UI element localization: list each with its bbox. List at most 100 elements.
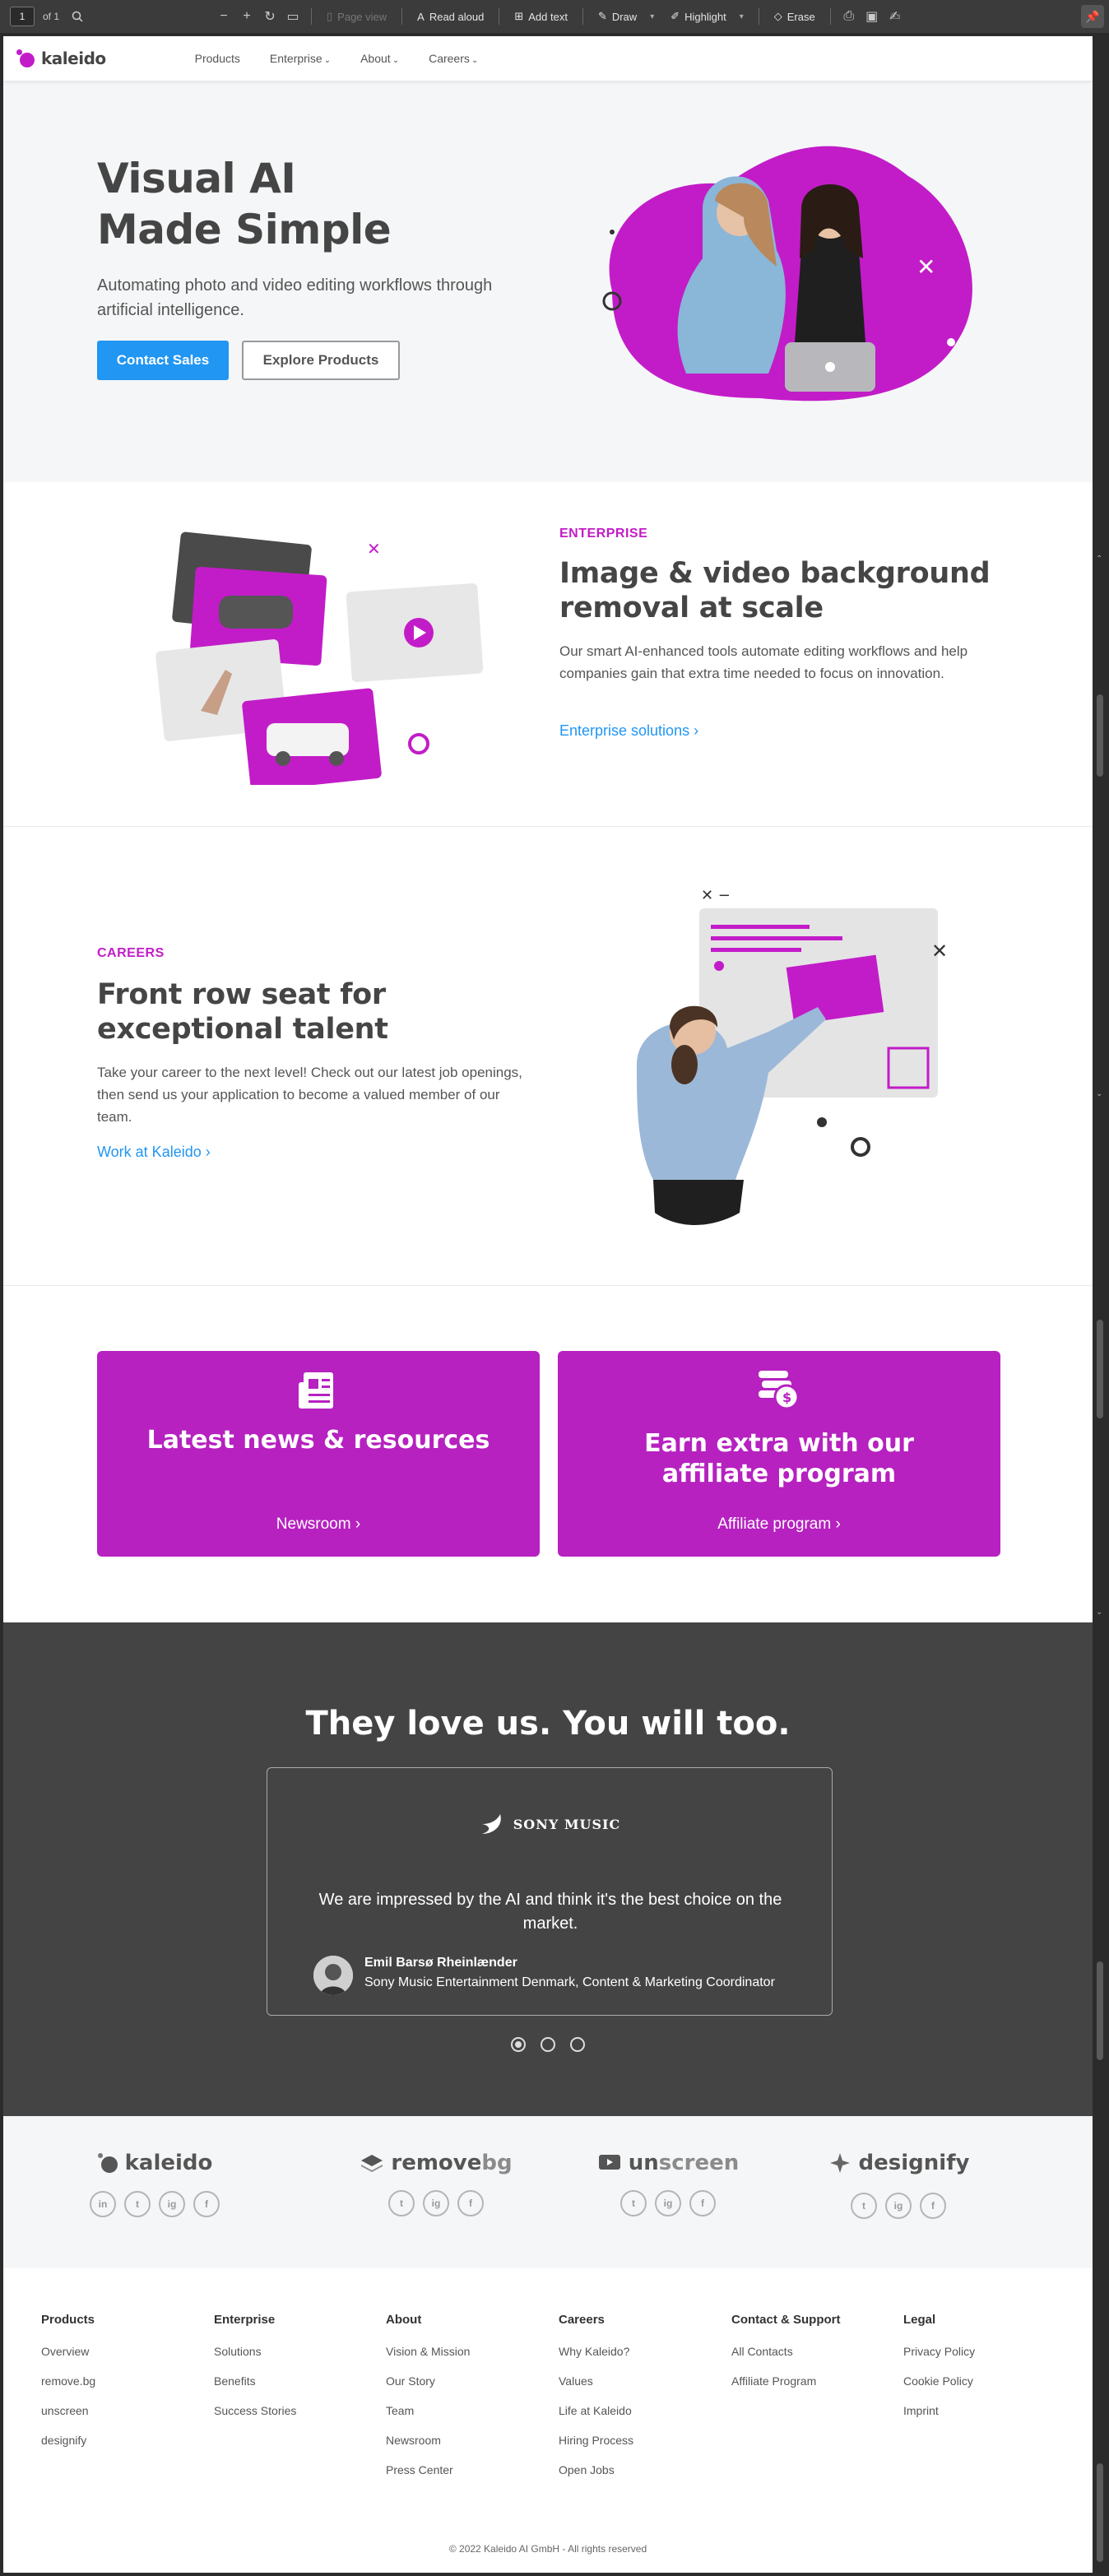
scrollbar-thumb[interactable] — [1097, 1320, 1103, 1418]
footer-link[interactable]: Our Story — [386, 2374, 550, 2388]
unscreen-brand-logo[interactable]: unscreen — [597, 2151, 739, 2175]
page-number-input[interactable]: 1 — [10, 7, 35, 26]
footer-col-careers: Careers Why Kaleido? Values Life at Kale… — [559, 2313, 723, 2493]
copyright: © 2022 Kaleido AI GmbH - All rights rese… — [448, 2543, 647, 2555]
footer-link[interactable]: Why Kaleido? — [559, 2345, 723, 2358]
work-at-kaleido-link[interactable]: Work at Kaleido › — [97, 1144, 211, 1161]
facebook-icon[interactable]: f — [689, 2190, 716, 2216]
draw-icon: ✎ — [597, 10, 607, 22]
footer-link[interactable]: Imprint — [903, 2404, 1068, 2417]
fit-page-icon[interactable]: ▭ — [281, 5, 304, 28]
testimonial-card: SONY MUSIC We are impressed by the AI an… — [267, 1767, 833, 2016]
affiliate-card[interactable]: $ Earn extra with our affiliate program … — [558, 1351, 1000, 1557]
screen-play-icon — [598, 2155, 620, 2170]
add-text-button[interactable]: ⊞ Add text — [506, 5, 576, 28]
footer-link[interactable]: designify — [41, 2434, 206, 2447]
nav-link-enterprise[interactable]: Enterprise ⌄ — [270, 52, 331, 65]
search-icon[interactable] — [66, 5, 89, 28]
kaleido-logo[interactable]: kaleido — [15, 48, 106, 69]
scrollbar-thumb[interactable] — [1097, 1961, 1103, 2060]
save-icon[interactable]: ▣ — [861, 5, 884, 28]
footer-link[interactable]: Overview — [41, 2345, 206, 2358]
nav-link-products[interactable]: Products — [195, 52, 240, 65]
explore-products-button[interactable]: Explore Products — [242, 341, 400, 380]
affiliate-program-link[interactable]: Affiliate program › — [558, 1515, 1000, 1534]
footer-link[interactable]: Benefits — [214, 2374, 378, 2388]
footer-link[interactable]: Newsroom — [386, 2434, 550, 2447]
footer-link[interactable]: Values — [559, 2374, 723, 2388]
footer-link[interactable]: Open Jobs — [559, 2463, 723, 2476]
nav-link-careers[interactable]: Careers ⌄ — [429, 52, 478, 65]
facebook-icon[interactable]: f — [920, 2193, 946, 2219]
designify-brand-logo[interactable]: designify — [828, 2151, 969, 2175]
link-label: Work at Kaleido — [97, 1144, 202, 1160]
facebook-icon[interactable]: f — [193, 2191, 220, 2217]
svg-text:✕ −: ✕ − — [701, 887, 731, 904]
save-as-icon[interactable]: ✍ — [884, 5, 907, 28]
contact-sales-button[interactable]: Contact Sales — [97, 341, 229, 380]
hero-section: Visual AI Made Simple Automating photo an… — [3, 81, 1093, 482]
facebook-icon[interactable]: f — [457, 2190, 484, 2216]
rotate-icon[interactable]: ↻ — [258, 5, 281, 28]
scrollbar-thumb[interactable] — [1097, 694, 1103, 777]
footer-link[interactable]: Team — [386, 2404, 550, 2417]
enterprise-label: ENTERPRISE — [559, 527, 648, 541]
newsroom-link[interactable]: Newsroom › — [97, 1515, 540, 1534]
footer-col-title: Products — [41, 2313, 95, 2327]
twitter-icon[interactable]: t — [388, 2190, 415, 2216]
link-label: Enterprise solutions — [559, 722, 690, 739]
footer-col-products: Products Overview remove.bg unscreen des… — [41, 2313, 206, 2463]
print-icon[interactable]: ⎙ — [838, 5, 861, 28]
brand-name: remove — [391, 2151, 482, 2175]
chevron-down-icon[interactable]: ▾ — [740, 12, 744, 21]
draw-button[interactable]: ✎ Draw ▾ — [590, 5, 662, 28]
toolbar-divider — [582, 8, 583, 25]
instagram-icon[interactable]: ig — [885, 2193, 912, 2219]
instagram-icon[interactable]: ig — [423, 2190, 449, 2216]
page-view-button[interactable]: ▯ Page view — [318, 5, 395, 28]
enterprise-solutions-link[interactable]: Enterprise solutions › — [559, 722, 698, 740]
footer-link[interactable]: Vision & Mission — [386, 2345, 550, 2358]
avatar — [313, 1956, 353, 1995]
linkedin-icon[interactable]: in — [90, 2191, 116, 2217]
carousel-dot-3[interactable] — [570, 2037, 585, 2052]
instagram-icon[interactable]: ig — [159, 2191, 185, 2217]
twitter-icon[interactable]: t — [851, 2193, 877, 2219]
hero-title: Visual AI Made Simple — [97, 153, 476, 255]
erase-button[interactable]: ◇ Erase — [766, 5, 824, 28]
footer-link[interactable]: Success Stories — [214, 2404, 378, 2417]
footer-col-about: About Vision & Mission Our Story Team Ne… — [386, 2313, 550, 2493]
footer-link[interactable]: unscreen — [41, 2404, 206, 2417]
nav-link-about[interactable]: About ⌄ — [360, 52, 399, 65]
footer-link[interactable]: Solutions — [214, 2345, 378, 2358]
instagram-icon[interactable]: ig — [655, 2190, 681, 2216]
kaleido-brand-logo[interactable]: kaleido — [97, 2151, 212, 2175]
footer-link[interactable]: Hiring Process — [559, 2434, 723, 2447]
pin-icon[interactable]: 📌 — [1081, 5, 1104, 28]
carousel-dot-1[interactable] — [511, 2037, 526, 2052]
removebg-brand-logo[interactable]: removebg — [360, 2151, 513, 2175]
zoom-in-icon[interactable]: + — [235, 5, 258, 28]
footer-link[interactable]: Press Center — [386, 2463, 550, 2476]
news-card[interactable]: Latest news & resources Newsroom › — [97, 1351, 540, 1557]
chevron-down-icon[interactable]: ▾ — [650, 12, 654, 21]
kaleido-socials: in t ig f — [72, 2191, 237, 2217]
footer-link[interactable]: Cookie Policy — [903, 2374, 1068, 2388]
carousel-dot-2[interactable] — [541, 2037, 555, 2052]
highlight-button[interactable]: ✐ Highlight ▾ — [662, 5, 752, 28]
scrollbar-thumb[interactable] — [1097, 2463, 1103, 2562]
read-aloud-button[interactable]: A Read aloud — [409, 5, 492, 28]
twitter-icon[interactable]: t — [124, 2191, 151, 2217]
footer-link[interactable]: Affiliate Program — [731, 2374, 896, 2388]
footer-link[interactable]: Life at Kaleido — [559, 2404, 723, 2417]
twitter-icon[interactable]: t — [620, 2190, 647, 2216]
newspaper-icon — [299, 1372, 333, 1409]
scrollbar[interactable]: ⌃ ⌄ ⌄ — [1094, 36, 1106, 2573]
page-count: of 1 — [43, 11, 60, 22]
footer-link[interactable]: remove.bg — [41, 2374, 206, 2388]
footer-link[interactable]: All Contacts — [731, 2345, 896, 2358]
enterprise-illustration: ✕ — [155, 531, 484, 785]
footer-link[interactable]: Privacy Policy — [903, 2345, 1068, 2358]
zoom-out-icon[interactable]: − — [212, 5, 235, 28]
hero-illustration: ✕ — [602, 146, 972, 401]
